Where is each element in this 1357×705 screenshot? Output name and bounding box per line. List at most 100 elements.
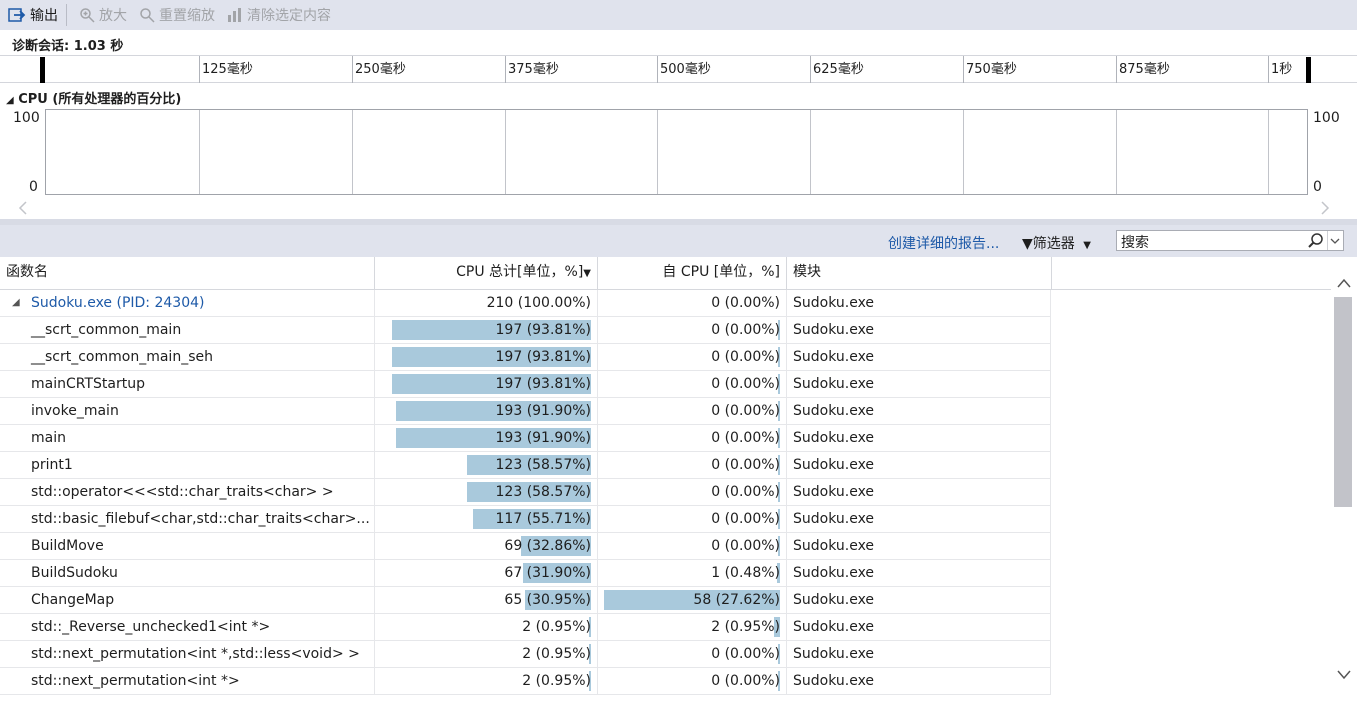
cpu-total-value: 197 (93.81%): [495, 376, 591, 392]
reset-zoom-button[interactable]: 重置缩放: [135, 3, 219, 27]
module-name: Sudoku.exe: [793, 430, 875, 446]
self-cpu-value: 0 (0.00%): [711, 376, 780, 392]
table-row[interactable]: ◢ Sudoku.exe (PID: 24304) 210 (100.00%) 0 (…: [0, 290, 1051, 317]
table-row[interactable]: mainCRTStartup 197 (93.81%) 0 (0.00%) Sudok…: [0, 371, 1051, 398]
self-cpu-value: 2 (0.95%): [711, 619, 780, 635]
search-options-dropdown[interactable]: [1327, 231, 1343, 250]
cpu-total-value: 123 (58.57%): [495, 484, 591, 500]
export-button[interactable]: 输出: [4, 3, 62, 27]
module-name: Sudoku.exe: [793, 646, 875, 662]
ruler-tick: [505, 56, 506, 83]
table-row[interactable]: main 193 (91.90%) 0 (0.00%) Sudoku.exe: [0, 425, 1051, 452]
cpu-total-value: 193 (91.90%): [495, 403, 591, 419]
clear-selection-button[interactable]: 清除选定内容: [223, 3, 335, 27]
scroll-down-icon[interactable]: [1336, 669, 1352, 681]
timeline-ruler[interactable]: 125毫秒 250毫秒 375毫秒 500毫秒 625毫秒 750毫秒 875毫…: [0, 55, 1357, 83]
table-row[interactable]: __scrt_common_main 197 (93.81%) 0 (0.00%) S…: [0, 317, 1051, 344]
self-cpu-value: 0 (0.00%): [711, 322, 780, 338]
filter-label: 筛选器: [1032, 236, 1075, 252]
export-label: 输出: [30, 8, 58, 24]
column-header-self-cpu[interactable]: 自 CPU [单位，%]: [598, 257, 787, 290]
selection-end-handle[interactable]: [1306, 57, 1311, 83]
self-cpu-cell: 0 (0.00%): [598, 425, 787, 452]
function-name: mainCRTStartup: [31, 376, 145, 392]
self-cpu-value: 58 (27.62%): [693, 592, 780, 608]
cpu-y-min-left: 0: [29, 179, 38, 195]
self-cpu-cell: 2 (0.95%): [598, 614, 787, 641]
module-cell: Sudoku.exe: [787, 668, 1051, 695]
cpu-total-value: 67 (31.90%): [504, 565, 591, 581]
module-cell: Sudoku.exe: [787, 371, 1051, 398]
table-row[interactable]: BuildSudoku 67 (31.90%) 1 (0.48%) Sudoku.ex…: [0, 560, 1051, 587]
module-name: Sudoku.exe: [793, 511, 875, 527]
table-row[interactable]: std::operator<<<std::char_traits<char> >…: [0, 479, 1051, 506]
module-name: Sudoku.exe: [793, 619, 875, 635]
scroll-right-icon[interactable]: [1320, 201, 1330, 215]
session-duration: 诊断会话: 1.03 秒: [0, 30, 1357, 55]
zoom-in-button[interactable]: 放大: [75, 3, 131, 27]
cpu-total-value: 65 (30.95%): [504, 592, 591, 608]
table-row[interactable]: ChangeMap 65 (30.95%) 58 (27.62%) Sudoku.ex…: [0, 587, 1051, 614]
column-header-cpu-total[interactable]: CPU 总计[单位，%]▼: [375, 257, 598, 290]
create-detailed-report-link[interactable]: 创建详细的报告...: [888, 233, 999, 253]
graph-gridline: [352, 110, 353, 194]
search-input[interactable]: 搜索: [1116, 230, 1344, 251]
table-row[interactable]: std::_Reverse_unchecked1<int *> 2 (0.95%)…: [0, 614, 1051, 641]
table-row[interactable]: std::next_permutation<int *,std::less<vo…: [0, 641, 1051, 668]
cpu-total-cell: 117 (55.71%): [375, 506, 598, 533]
function-name-cell: ChangeMap: [0, 587, 375, 614]
self-cpu-cell: 0 (0.00%): [598, 506, 787, 533]
cpu-total-value: 2 (0.95%): [522, 673, 591, 689]
function-name: __scrt_common_main_seh: [31, 349, 213, 365]
column-header-module[interactable]: 模块: [787, 257, 1052, 290]
self-cpu-value: 0 (0.00%): [711, 349, 780, 365]
function-name-cell: std::operator<<<std::char_traits<char> >: [0, 479, 375, 506]
scroll-up-icon[interactable]: [1336, 277, 1352, 289]
self-cpu-value: 0 (0.00%): [711, 295, 780, 311]
table-row[interactable]: __scrt_common_main_seh 197 (93.81%) 0 (0.0…: [0, 344, 1051, 371]
cpu-y-max-left: 100: [13, 110, 40, 126]
cpu-total-cell: 2 (0.95%): [375, 614, 598, 641]
function-name-cell: __scrt_common_main: [0, 317, 375, 344]
cpu-total-cell: 197 (93.81%): [375, 317, 598, 344]
table-row[interactable]: print1 123 (58.57%) 0 (0.00%) Sudoku.exe: [0, 452, 1051, 479]
self-cpu-value: 0 (0.00%): [711, 538, 780, 554]
module-cell: Sudoku.exe: [787, 290, 1051, 317]
column-header-function-name[interactable]: 函数名: [0, 257, 375, 290]
function-name: __scrt_common_main: [31, 322, 182, 338]
module-name: Sudoku.exe: [793, 403, 875, 419]
cpu-panel-title[interactable]: ◢ CPU (所有处理器的百分比): [6, 88, 181, 107]
self-cpu-cell: 0 (0.00%): [598, 344, 787, 371]
self-cpu-cell: 0 (0.00%): [598, 668, 787, 695]
function-name-cell: __scrt_common_main_seh: [0, 344, 375, 371]
search-icon[interactable]: [1307, 232, 1325, 250]
cpu-total-cell: 197 (93.81%): [375, 371, 598, 398]
scrollbar-thumb[interactable]: [1334, 297, 1352, 507]
cpu-usage-graph[interactable]: [45, 109, 1308, 195]
selection-start-handle[interactable]: [40, 57, 45, 83]
cpu-total-header-label: CPU 总计[单位，%]: [456, 264, 584, 280]
ruler-tick: [657, 56, 658, 83]
graph-gridline: [505, 110, 506, 194]
ruler-label: 750毫秒: [966, 62, 1017, 77]
function-name: std::next_permutation<int *,std::less<vo…: [31, 646, 360, 662]
timeline-horizontal-scrollbar[interactable]: [0, 197, 1357, 219]
module-cell: Sudoku.exe: [787, 614, 1051, 641]
zoom-in-label: 放大: [99, 8, 127, 24]
graph-gridline: [1116, 110, 1117, 194]
function-name-cell: std::_Reverse_unchecked1<int *>: [0, 614, 375, 641]
table-row[interactable]: std::next_permutation<int *> 2 (0.95%) 0 (…: [0, 668, 1051, 695]
ruler-tick: [1116, 56, 1117, 83]
scroll-left-icon[interactable]: [18, 201, 28, 215]
table-row[interactable]: std::basic_filebuf<char,std::char_traits…: [0, 506, 1051, 533]
function-name-cell: main: [0, 425, 375, 452]
ruler-tick: [352, 56, 353, 83]
filter-dropdown[interactable]: ▼筛选器 ▼: [1022, 233, 1091, 253]
table-vertical-scrollbar[interactable]: [1331, 257, 1357, 705]
graph-gridline: [810, 110, 811, 194]
expand-triangle-icon[interactable]: ◢: [12, 290, 20, 316]
cpu-total-value: 210 (100.00%): [486, 295, 591, 311]
self-cpu-value: 0 (0.00%): [711, 430, 780, 446]
table-row[interactable]: BuildMove 69 (32.86%) 0 (0.00%) Sudoku.exe: [0, 533, 1051, 560]
table-row[interactable]: invoke_main 193 (91.90%) 0 (0.00%) Sudoku.e…: [0, 398, 1051, 425]
